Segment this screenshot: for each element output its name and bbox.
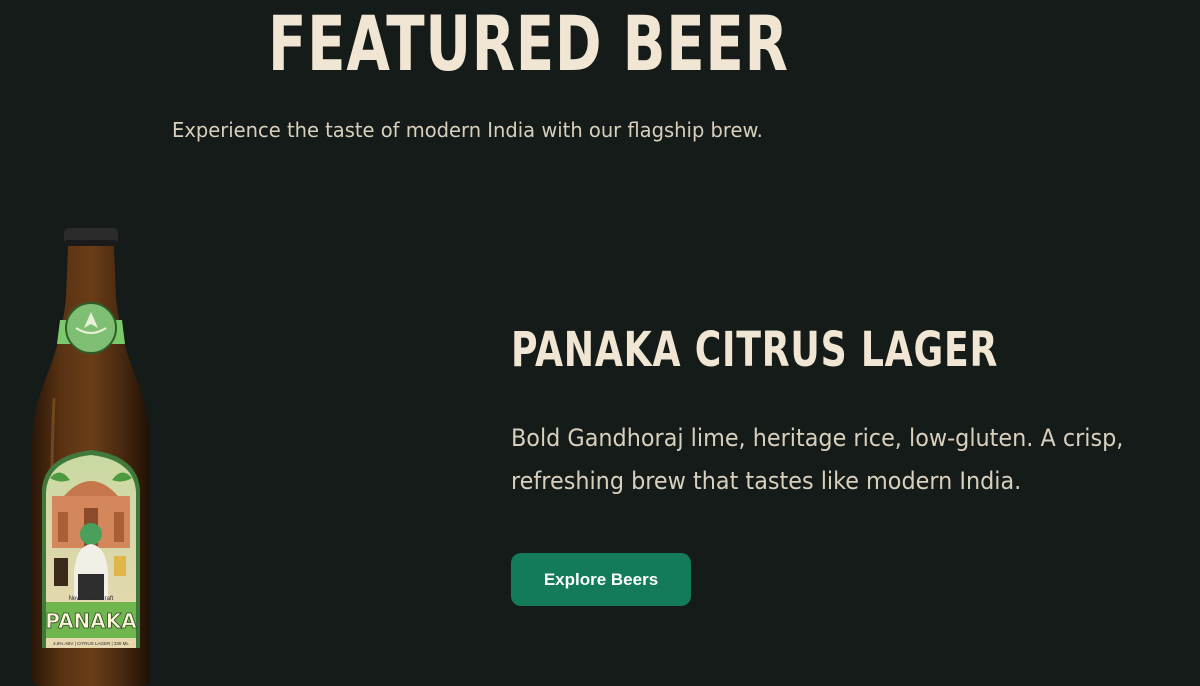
- label-tagline: New Indian Craft: [69, 596, 114, 602]
- product-description-line-2: refreshing brew that tastes like modern …: [511, 467, 1022, 495]
- product-description: Bold Gandhoraj lime, heritage rice, low-…: [511, 417, 1200, 503]
- label-specs: 4.8% ABV | CITRUS LAGER | 330 ML: [53, 641, 129, 646]
- featured-beer-section: FEATURED BEER Experience the taste of mo…: [0, 0, 1200, 686]
- product-description-line-1: Bold Gandhoraj lime, heritage rice, low-…: [511, 424, 1124, 452]
- section-subtitle: Experience the taste of modern India wit…: [172, 118, 763, 142]
- product-name: PANAKA CITRUS LAGER: [511, 322, 999, 378]
- section-title: FEATURED BEER: [268, 0, 789, 88]
- explore-beers-button[interactable]: Explore Beers: [511, 553, 691, 606]
- label-brand: PANAKA: [45, 609, 137, 633]
- beer-bottle-image: New Indian Craft PANAKA 4.8% ABV | CITRU…: [24, 228, 164, 686]
